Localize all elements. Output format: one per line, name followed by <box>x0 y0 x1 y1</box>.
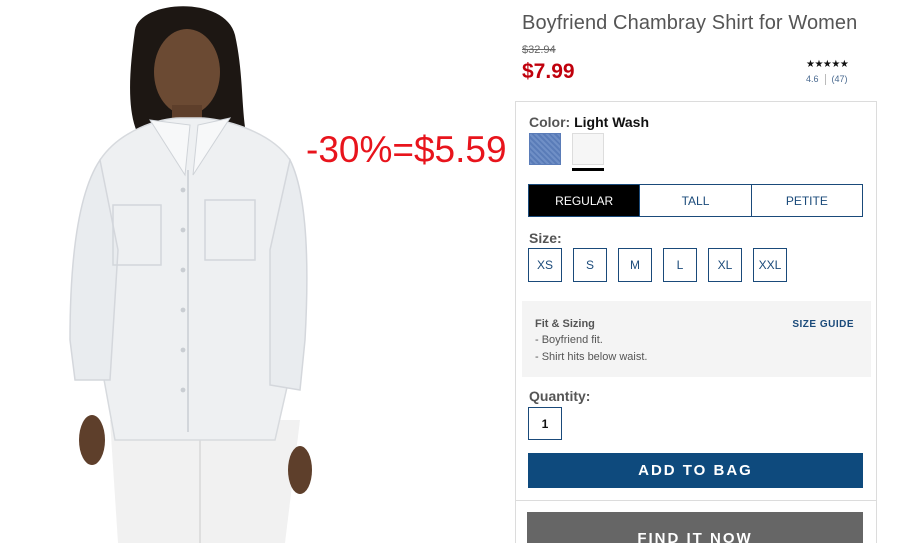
size-option-xxl[interactable]: XXL <box>753 248 787 282</box>
quantity-input[interactable]: 1 <box>528 407 562 440</box>
tab-petite[interactable]: PETITE <box>752 185 862 216</box>
size-option-xs[interactable]: XS <box>528 248 562 282</box>
chambray-blue-swatch[interactable] <box>529 133 561 165</box>
fit-type-tabs: REGULAR TALL PETITE <box>528 184 863 217</box>
fit-note: - Shirt hits below waist. <box>535 351 648 363</box>
light-wash-swatch[interactable] <box>572 133 604 165</box>
size-option-s[interactable]: S <box>573 248 607 282</box>
rating-meta: 4.6 (47) <box>806 74 860 86</box>
rating-value: 4.6 <box>806 74 819 84</box>
selected-swatch-indicator <box>572 168 604 171</box>
fit-and-sizing-box: Fit & Sizing SIZE GUIDE - Boyfriend fit.… <box>522 301 871 377</box>
find-it-now-label: FIND IT NOW <box>637 530 753 543</box>
review-count: (47) <box>831 74 848 84</box>
product-photo <box>0 0 400 543</box>
tab-tall[interactable]: TALL <box>640 185 752 216</box>
product-rating[interactable]: ★★★★★ 4.6 (47) <box>806 59 860 86</box>
add-to-bag-button[interactable]: ADD TO BAG <box>528 453 863 488</box>
fit-sizing-title: Fit & Sizing <box>535 318 595 330</box>
color-label: Color: <box>529 114 571 130</box>
size-option-xl[interactable]: XL <box>708 248 742 282</box>
sale-price: $7.99 <box>522 60 575 83</box>
size-options: XS S M L XL XXL <box>528 248 787 282</box>
size-option-m[interactable]: M <box>618 248 652 282</box>
divider <box>824 74 826 86</box>
original-price: $32.94 <box>522 44 556 56</box>
size-guide-link[interactable]: SIZE GUIDE <box>792 319 854 330</box>
find-it-now-button[interactable]: FIND IT NOW <box>527 512 863 543</box>
star-rating-icon: ★★★★★ <box>806 59 849 70</box>
color-selector-label: Color: Light Wash <box>529 114 649 130</box>
fit-note: - Boyfriend fit. <box>535 334 603 346</box>
purchase-options-panel: Color: Light Wash REGULAR TALL PETITE Si… <box>515 101 877 500</box>
size-label: Size: <box>529 230 562 246</box>
tab-regular[interactable]: REGULAR <box>529 185 641 216</box>
quantity-label: Quantity: <box>529 388 591 404</box>
discount-annotation: -30%=$5.59 <box>306 129 507 170</box>
selected-color: Light Wash <box>574 114 650 130</box>
size-option-l[interactable]: L <box>663 248 697 282</box>
model-wearing-shirt-image <box>69 6 312 543</box>
product-title: Boyfriend Chambray Shirt for Women <box>522 12 858 34</box>
